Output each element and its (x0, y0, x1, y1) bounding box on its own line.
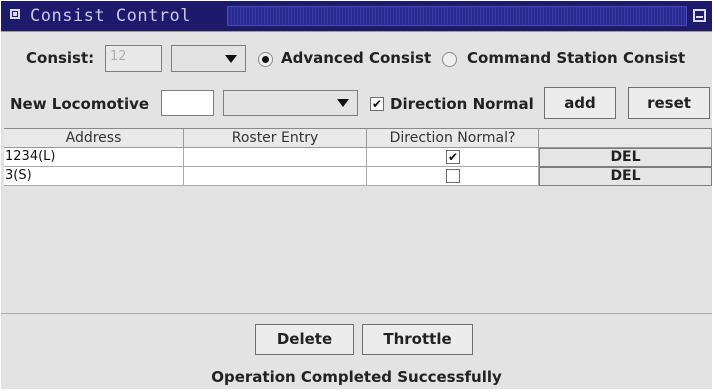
new-locomotive-label: New Locomotive (10, 95, 150, 113)
delete-consist-button[interactable]: Delete (255, 324, 354, 355)
title-bar-stripe (227, 6, 687, 26)
roster-entry-cell[interactable] (184, 167, 367, 186)
command-station-consist-label[interactable]: Command Station Consist (467, 49, 685, 67)
table-divider (1, 313, 712, 314)
maximize-icon[interactable] (693, 9, 706, 22)
consist-label: Consist: (26, 49, 95, 67)
roster-entry-dropdown[interactable] (223, 90, 358, 116)
column-header-action[interactable] (539, 129, 712, 148)
window-title: Consist Control (30, 6, 192, 26)
direction-normal-checkbox[interactable]: ✔ (370, 97, 384, 111)
advanced-consist-label[interactable]: Advanced Consist (281, 49, 431, 67)
column-header-address[interactable]: Address (4, 129, 184, 148)
delete-row-button[interactable]: DEL (539, 167, 712, 186)
direction-cell[interactable] (367, 167, 539, 186)
roster-entry-cell[interactable] (184, 148, 367, 167)
consist-address-dropdown[interactable] (171, 45, 246, 72)
consist-control-window: Consist Control Consist: 12 Advanced Con… (1, 1, 712, 389)
window-menu-icon[interactable] (10, 9, 20, 19)
consist-table[interactable]: Address Roster Entry Direction Normal? 1… (4, 128, 712, 312)
throttle-button[interactable]: Throttle (362, 324, 473, 355)
title-bar[interactable]: Consist Control (1, 1, 712, 32)
column-header-roster-entry[interactable]: Roster Entry (184, 129, 367, 148)
address-cell[interactable]: 1234(L) (4, 148, 184, 167)
status-message: Operation Completed Successfully (211, 368, 502, 386)
column-header-direction-normal[interactable]: Direction Normal? (367, 129, 539, 148)
address-cell[interactable]: 3(S) (4, 167, 184, 186)
consist-address-field: 12 (105, 45, 162, 72)
advanced-consist-radio[interactable] (258, 52, 273, 67)
chevron-down-icon (225, 54, 237, 63)
direction-cell[interactable]: ✔ (367, 148, 539, 167)
table-row[interactable]: 3(S) DEL (4, 167, 712, 186)
command-station-consist-radio[interactable] (442, 52, 457, 67)
row-direction-checkbox[interactable] (446, 169, 460, 183)
direction-normal-label[interactable]: Direction Normal (390, 95, 534, 113)
add-button[interactable]: add (544, 87, 616, 119)
delete-row-button[interactable]: DEL (539, 148, 712, 167)
row-direction-checkbox[interactable]: ✔ (446, 150, 460, 164)
reset-button[interactable]: reset (628, 87, 710, 119)
chevron-down-icon (337, 99, 349, 107)
table-row[interactable]: 1234(L) ✔ DEL (4, 148, 712, 167)
locomotive-address-input[interactable] (161, 90, 214, 116)
